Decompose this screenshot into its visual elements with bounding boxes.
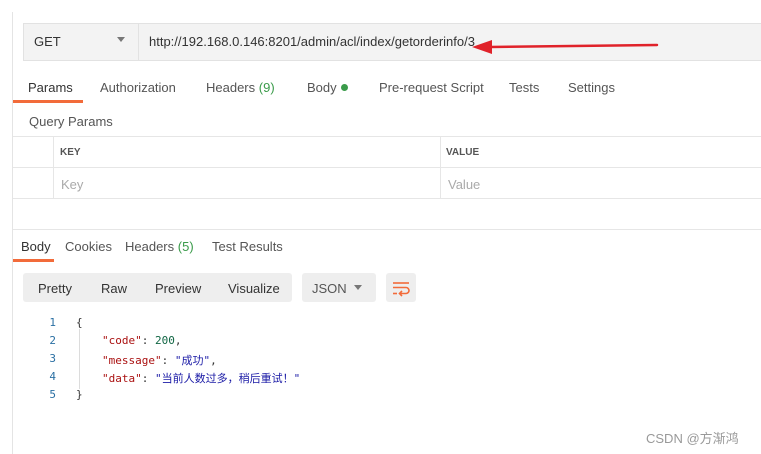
format-label: JSON [312, 281, 347, 296]
json-sep: : [141, 372, 155, 385]
json-value: "当前人数过多，稍后重试！" [155, 372, 301, 385]
chevron-down-icon[interactable] [354, 285, 362, 290]
active-response-tab-indicator [13, 259, 54, 262]
tab-test-results[interactable]: Test Results [212, 239, 283, 254]
json-open-brace: { [76, 316, 83, 329]
json-line: "data": "当前人数过多，稍后重试！" [102, 370, 300, 386]
value-input[interactable]: Value [448, 177, 480, 192]
column-header-key: KEY [60, 147, 81, 158]
tab-cookies[interactable]: Cookies [65, 239, 112, 254]
pane-separator [13, 229, 761, 230]
json-key: "data" [102, 372, 142, 385]
indent-guide [79, 329, 80, 389]
response-headers-count: (5) [177, 239, 194, 254]
tab-headers[interactable]: Headers (9) [206, 80, 275, 95]
tab-body[interactable]: Body [307, 80, 337, 95]
tab-params[interactable]: Params [28, 80, 73, 95]
table-bottom-border [13, 198, 761, 199]
table-divider [440, 136, 441, 198]
headers-count: (9) [258, 80, 275, 95]
json-line: "message": "成功", [102, 352, 217, 368]
line-number: 5 [49, 388, 56, 401]
wrap-lines-icon [393, 282, 410, 297]
tab-tests[interactable]: Tests [509, 80, 539, 95]
line-number: 1 [49, 316, 56, 329]
json-close-brace: } [76, 388, 83, 401]
watermark: CSDN @方渐鸿 [646, 431, 739, 446]
url-input[interactable]: http://192.168.0.146:8201/admin/acl/inde… [149, 34, 475, 49]
json-line: "code": 200, [102, 334, 182, 347]
visualize-button[interactable]: Visualize [228, 281, 280, 296]
annotation-arrow [472, 40, 659, 54]
tab-authorization[interactable]: Authorization [100, 80, 176, 95]
raw-button[interactable]: Raw [101, 281, 127, 296]
active-tab-indicator [13, 100, 83, 103]
key-input[interactable]: Key [61, 177, 83, 192]
json-comma: , [174, 334, 182, 347]
pretty-button[interactable]: Pretty [38, 281, 72, 296]
query-params-title: Query Params [29, 114, 113, 129]
table-divider [53, 136, 54, 198]
line-number: 4 [49, 370, 56, 383]
tab-settings[interactable]: Settings [568, 80, 615, 95]
json-sep: : [161, 354, 175, 367]
tab-pre-request-script[interactable]: Pre-request Script [379, 80, 484, 95]
column-header-value: VALUE [446, 147, 480, 158]
tab-response-headers-label: Headers [125, 239, 175, 254]
chevron-down-icon[interactable] [117, 37, 125, 42]
tab-headers-label: Headers [206, 80, 256, 95]
top-strip [0, 0, 761, 12]
json-key: "code" [102, 334, 142, 347]
body-status-dot [341, 84, 348, 91]
wrap-lines-button[interactable] [386, 273, 416, 302]
left-border [12, 12, 13, 454]
preview-button[interactable]: Preview [155, 281, 201, 296]
table-top-border [13, 136, 761, 137]
line-number: 3 [49, 352, 56, 365]
tab-response-headers[interactable]: Headers (5) [125, 239, 194, 254]
table-header-border [13, 167, 761, 168]
json-sep: : [141, 334, 155, 347]
method-label: GET [34, 34, 61, 49]
json-value: 200 [155, 334, 175, 347]
tab-response-body[interactable]: Body [21, 239, 51, 254]
line-number: 2 [49, 334, 56, 347]
json-comma: , [210, 354, 217, 367]
json-value: "成功" [174, 354, 211, 367]
json-key: "message" [102, 354, 162, 367]
